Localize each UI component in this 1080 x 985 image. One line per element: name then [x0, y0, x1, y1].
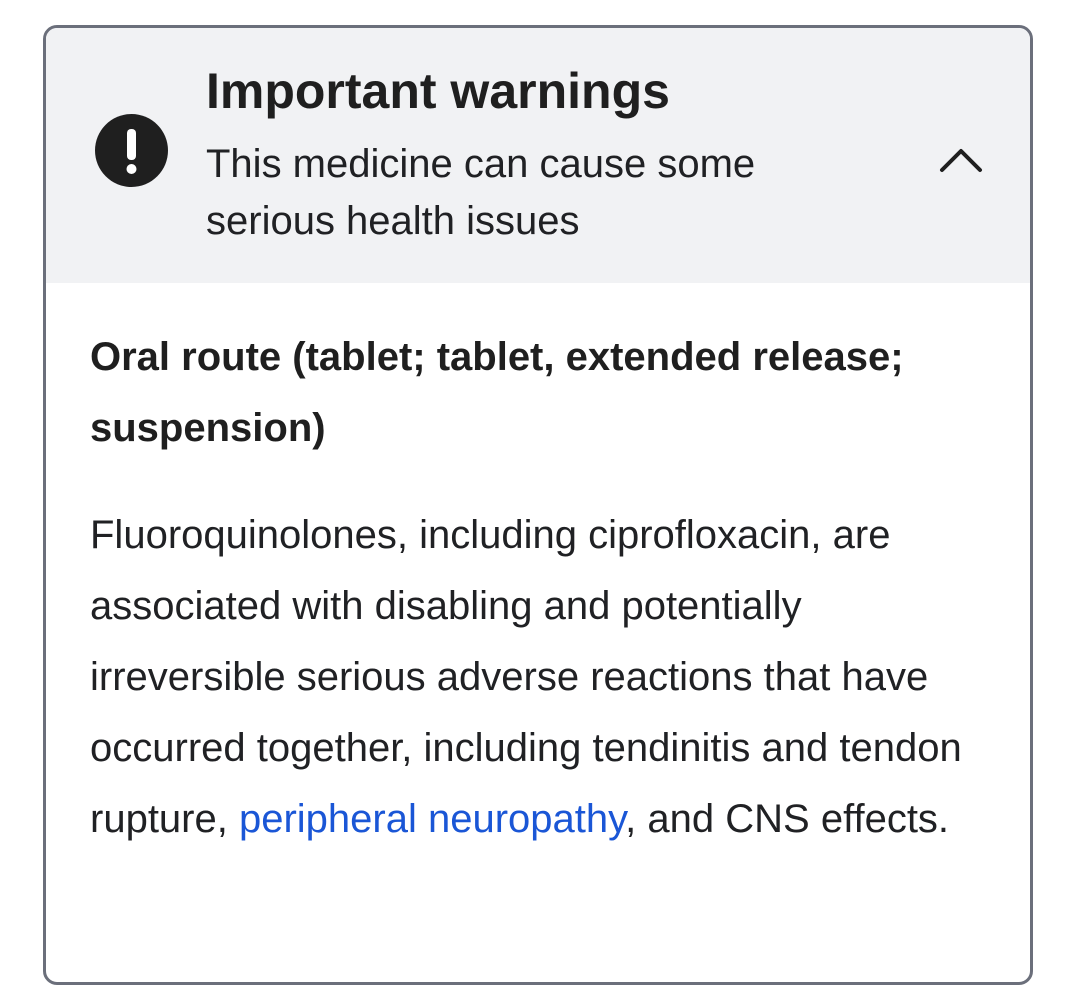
paragraph-text: Fluoroquinolones, including ciprofloxaci…: [90, 513, 962, 841]
warnings-title: Important warnings: [206, 63, 670, 119]
chevron-up-icon[interactable]: [931, 133, 991, 183]
warning-paragraph: Fluoroquinolones, including ciprofloxaci…: [90, 500, 990, 855]
important-warnings-card: Important warnings This medicine can cau…: [43, 25, 1033, 985]
paragraph-text-end: , and CNS effects.: [625, 797, 950, 841]
warnings-subtitle: This medicine can cause some serious hea…: [206, 142, 756, 243]
route-heading: Oral route (tablet; tablet, extended rel…: [90, 335, 904, 450]
warnings-accordion-header[interactable]: Important warnings This medicine can cau…: [46, 28, 1030, 283]
peripheral-neuropathy-link[interactable]: peripheral neuropathy: [239, 797, 625, 841]
exclamation-circle-icon: [95, 114, 168, 187]
